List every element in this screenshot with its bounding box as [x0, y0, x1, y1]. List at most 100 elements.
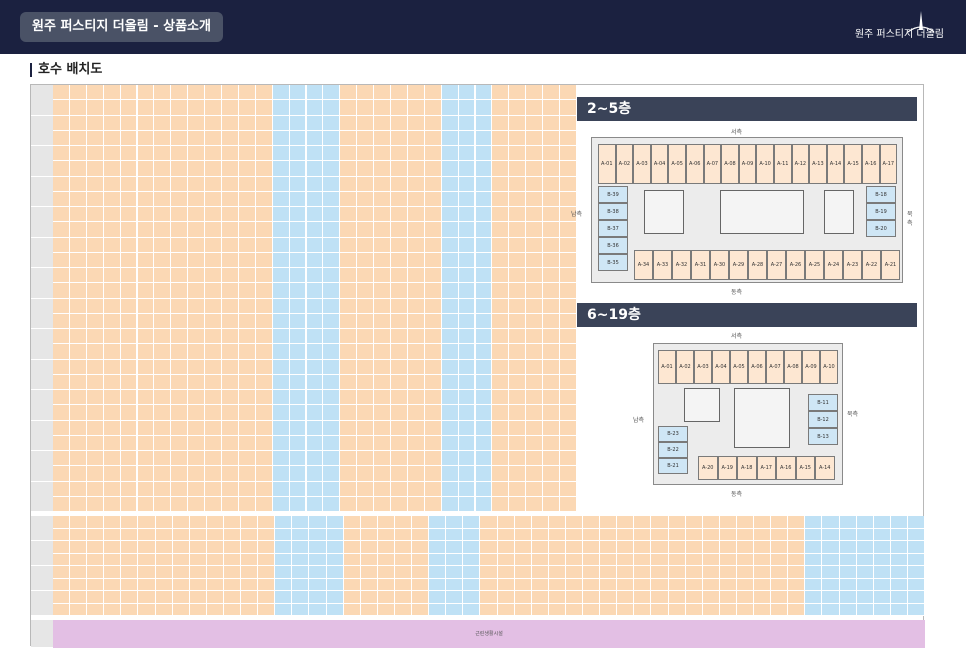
- unit-cell-price: [86, 374, 104, 390]
- room-unit: B-18: [866, 186, 896, 203]
- room-unit: A-22: [862, 250, 881, 280]
- unit-cell: [103, 359, 121, 375]
- unit-cell: [856, 516, 874, 529]
- unit-cell: [412, 591, 430, 604]
- unit-cell: [822, 566, 840, 579]
- unit-cell-price: [258, 553, 276, 566]
- unit-cell: [155, 541, 173, 554]
- unit-cell-price: [560, 435, 577, 451]
- unit-cell: [458, 451, 476, 467]
- unit-cell-price: [172, 578, 190, 591]
- unit-cell: [374, 207, 391, 223]
- core-stair-block: [684, 388, 720, 422]
- unit-cell: [120, 268, 138, 284]
- unit-cell-price: [172, 603, 190, 616]
- unit-cell-price: [548, 603, 566, 616]
- unit-cell-price: [53, 466, 70, 482]
- unit-cell: [526, 298, 544, 314]
- unit-cell: [306, 481, 324, 497]
- unit-cell: [154, 207, 172, 223]
- unit-cell-price: [255, 161, 273, 177]
- unit-cell-price: [394, 603, 413, 616]
- unit-cell: [53, 268, 70, 284]
- unit-cell-price: [343, 603, 361, 616]
- unit-cell-price: [475, 100, 493, 116]
- unit-cell: [771, 591, 789, 604]
- unit-cell: [86, 207, 104, 223]
- unit-cell: [441, 359, 459, 375]
- unit-cell-price: [275, 553, 293, 566]
- unit-cell: [391, 329, 408, 345]
- unit-cell-price: [340, 283, 358, 299]
- unit-cell-price: [429, 603, 447, 616]
- unit-cell-price: [222, 496, 239, 512]
- unit-cell: [172, 541, 190, 554]
- unit-cell: [206, 516, 224, 529]
- unit-cell-price: [391, 374, 408, 390]
- unit-cell-price: [103, 100, 121, 116]
- unit-cell-price: [391, 283, 408, 299]
- unit-cell: [412, 516, 430, 529]
- unit-cell: [69, 85, 87, 101]
- unit-cell: [492, 451, 510, 467]
- unit-cell-price: [104, 553, 122, 566]
- unit-cell: [514, 516, 532, 529]
- unit-cell: [289, 451, 307, 467]
- room-unit: A-02: [615, 144, 634, 184]
- unit-cell-price: [289, 405, 307, 421]
- unit-cell: [394, 591, 413, 604]
- unit-cell: [289, 420, 307, 436]
- room-unit: A-06: [685, 144, 704, 184]
- unit-cell-price: [391, 191, 408, 207]
- unit-cell-price: [188, 130, 206, 146]
- unit-cell: [407, 420, 425, 436]
- unit-cell: [391, 146, 408, 162]
- unit-cell: [104, 566, 122, 579]
- unit-cell-price: [475, 130, 493, 146]
- unit-cell: [222, 481, 239, 497]
- unit-cell: [171, 85, 189, 101]
- unit-cell-price: [526, 313, 544, 329]
- unit-cell-price: [86, 435, 104, 451]
- unit-cell: [480, 591, 498, 604]
- unit-cell-price: [272, 344, 290, 360]
- unit-cell: [458, 115, 476, 131]
- unit-cell-price: [424, 344, 442, 360]
- unit-cell-price: [514, 578, 532, 591]
- unit-cell: [543, 146, 560, 162]
- unit-cell-price: [222, 405, 239, 421]
- unit-cell: [86, 481, 104, 497]
- unit-cell-price: [357, 374, 375, 390]
- floor-label: [31, 237, 53, 268]
- unit-cell: [458, 85, 476, 101]
- unit-cell-price: [805, 553, 823, 566]
- unit-cell-price: [600, 603, 618, 616]
- unit-cell: [560, 85, 577, 101]
- unit-cell: [509, 481, 527, 497]
- floor-label: [31, 359, 53, 390]
- unit-cell: [407, 451, 425, 467]
- unit-cell-price: [531, 528, 549, 541]
- unit-cell: [441, 451, 459, 467]
- unit-cell-price: [120, 100, 138, 116]
- unit-cell-price: [492, 161, 510, 177]
- unit-cell: [289, 146, 307, 162]
- unit-cell: [441, 390, 459, 406]
- unit-cell: [391, 268, 408, 284]
- unit-cell: [154, 85, 172, 101]
- unit-cell-price: [289, 191, 307, 207]
- unit-cell-price: [560, 405, 577, 421]
- unit-cell-price: [907, 553, 925, 566]
- unit-cell: [154, 481, 172, 497]
- unit-cell: [137, 207, 155, 223]
- unit-cell-price: [424, 466, 442, 482]
- unit-cell: [238, 115, 256, 131]
- unit-cell: [189, 541, 207, 554]
- floor-label: [31, 298, 53, 329]
- unit-cell: [86, 298, 104, 314]
- unit-cell-price: [583, 578, 601, 591]
- unit-cell: [205, 298, 222, 314]
- unit-cell: [154, 329, 172, 345]
- unit-cell: [441, 268, 459, 284]
- unit-cell-price: [407, 496, 425, 512]
